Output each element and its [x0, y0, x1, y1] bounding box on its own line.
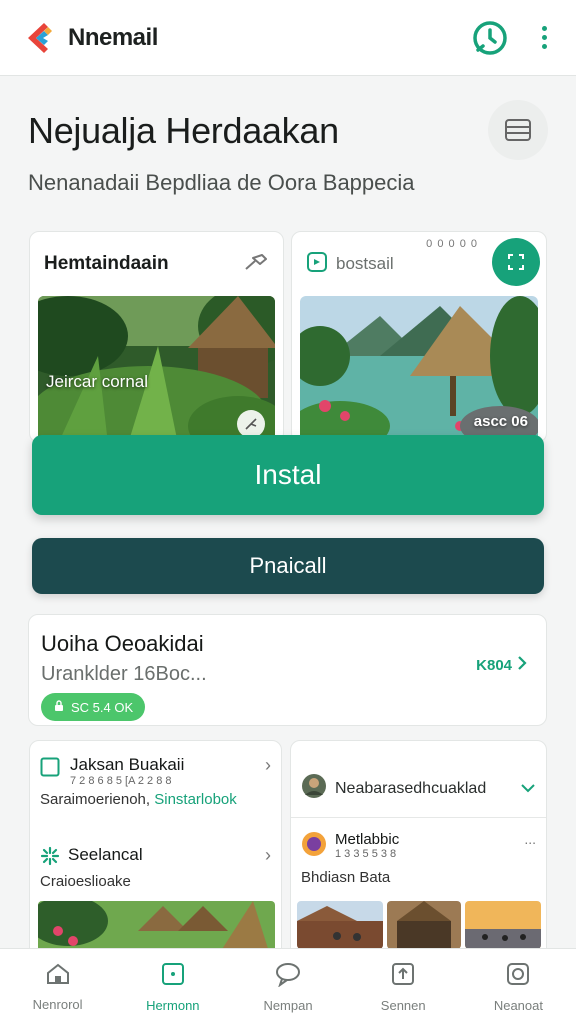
chevron-right-icon: › [265, 755, 271, 775]
status-badge: SC 5.4 OK [41, 693, 146, 721]
post-image-2 [387, 901, 461, 949]
nav-item-home[interactable]: Nenrorol [0, 949, 115, 1024]
plus-square-icon [390, 961, 416, 992]
nav-item-chat[interactable]: Nempan [230, 949, 345, 1024]
post-avatar [301, 831, 327, 862]
list-item-desc: Saraimoerienoh, Sinstarlobok [30, 791, 281, 808]
right-panel: Neabarasedhcuaklad Metlabbic 1 3 3 5 5 3… [290, 740, 547, 970]
app-name: Nnemail [68, 23, 158, 51]
avatar [301, 773, 327, 804]
post-text-row: Bhdiasn Bata [291, 869, 546, 886]
nav-label: Hermonn [146, 997, 200, 1013]
nav-label: Neanoat [493, 997, 543, 1013]
nav-item-active[interactable]: Hermonn [115, 949, 230, 1024]
list-item-title: Seelancal [68, 845, 143, 864]
chevron-right-icon [516, 655, 528, 675]
info-link-label: K804 [476, 656, 512, 674]
secondary-button[interactable]: Pnaicall [32, 538, 544, 594]
destination-card-left[interactable]: Hemtaindaain Jeircar cornal [29, 231, 284, 443]
checkbox-icon[interactable] [40, 757, 60, 782]
app-bar: Nnemail [0, 0, 576, 76]
home-icon [45, 962, 71, 991]
app-icon [306, 251, 328, 278]
status-text: SC 5.4 OK [71, 699, 134, 715]
list-item-meta: 7 2 8 6 8 5 [A 2 2 8 8 [70, 775, 172, 787]
chat-icon [274, 961, 302, 992]
app-logo-icon [24, 21, 58, 55]
desc-link[interactable]: Sinstarlobok [154, 791, 237, 808]
pin-icon[interactable] [243, 252, 269, 277]
list-item[interactable]: Seelancal › [30, 845, 281, 871]
info-card[interactable]: Uoiha Oeoakidai Uranklder 16Boc... K804 … [28, 614, 547, 726]
nav-item-profile[interactable]: Neanoat [461, 949, 576, 1024]
list-view-icon[interactable] [488, 100, 548, 160]
left-panel: Jaksan Buakaii 7 2 8 6 8 5 [A 2 2 8 8 › … [29, 740, 282, 970]
card-title: bostsail [336, 254, 394, 273]
flower-icon[interactable] [237, 410, 265, 438]
post-text: Bhdiasn Bata [301, 869, 391, 886]
page-subtitle: Nenanadaii Bepdliaa de Oora Bappecia [28, 170, 415, 195]
desc-text: Craioeslioake [40, 873, 131, 890]
image-hint: ascc 06 [473, 413, 528, 430]
post-author: Metlabbic [335, 831, 400, 848]
post-image-3 [465, 901, 541, 949]
page-title: Nejualja Herdaakan [28, 110, 339, 151]
card-title: Hemtaindaain [44, 253, 169, 274]
chevron-down-icon[interactable] [520, 778, 536, 799]
list-item-title: Jaksan Buakaii [70, 755, 185, 774]
image-caption: Jeircar cornal [46, 372, 149, 391]
list-item[interactable]: Jaksan Buakaii 7 2 8 6 8 5 [A 2 2 8 8 › [30, 755, 281, 787]
nav-label: Sennen [380, 997, 426, 1013]
info-link[interactable]: K804 [476, 655, 528, 675]
more-horizontal-icon[interactable]: ... [524, 831, 536, 847]
nav-label: Nempan [263, 997, 313, 1013]
lake-hut-image: ascc 06 [300, 296, 538, 442]
rating-dots: 0 0 0 0 0 [426, 238, 478, 250]
install-button[interactable]: Instal [32, 435, 544, 515]
feed-title: Neabarasedhcuaklad [335, 779, 487, 797]
more-vertical-icon[interactable] [536, 20, 552, 56]
info-title: Uoiha Oeoakidai [41, 631, 204, 656]
sparkle-icon [40, 846, 60, 871]
info-subtitle: Uranklder 16Boc... [41, 663, 207, 685]
list-item-desc: Craioeslioake [30, 873, 281, 890]
lock-icon [53, 699, 65, 715]
bottom-navigation: Nenrorol Hermonn Nempan Sennen Neanoat [0, 948, 576, 1024]
expand-icon[interactable] [492, 238, 540, 286]
jungle-hut-image: Jeircar cornal [38, 296, 275, 442]
chevron-right-icon: › [265, 845, 271, 865]
nav-item-add[interactable]: Sennen [346, 949, 461, 1024]
divider [291, 817, 546, 818]
post-meta: 1 3 3 5 5 3 8 [335, 848, 397, 860]
post-item[interactable]: Metlabbic 1 3 3 5 5 3 8 ... [291, 831, 546, 862]
nav-label: Nenrorol [32, 996, 83, 1012]
desc-text: Saraimoerienoh, [40, 791, 151, 808]
circle-square-icon [505, 961, 531, 992]
destination-card-right[interactable]: bostsail 0 0 0 0 0 ascc 06 [291, 231, 547, 443]
feed-header[interactable]: Neabarasedhcuaklad [291, 773, 546, 804]
timer-icon[interactable] [470, 18, 510, 58]
post-image-1 [297, 901, 383, 949]
square-icon [160, 961, 186, 992]
